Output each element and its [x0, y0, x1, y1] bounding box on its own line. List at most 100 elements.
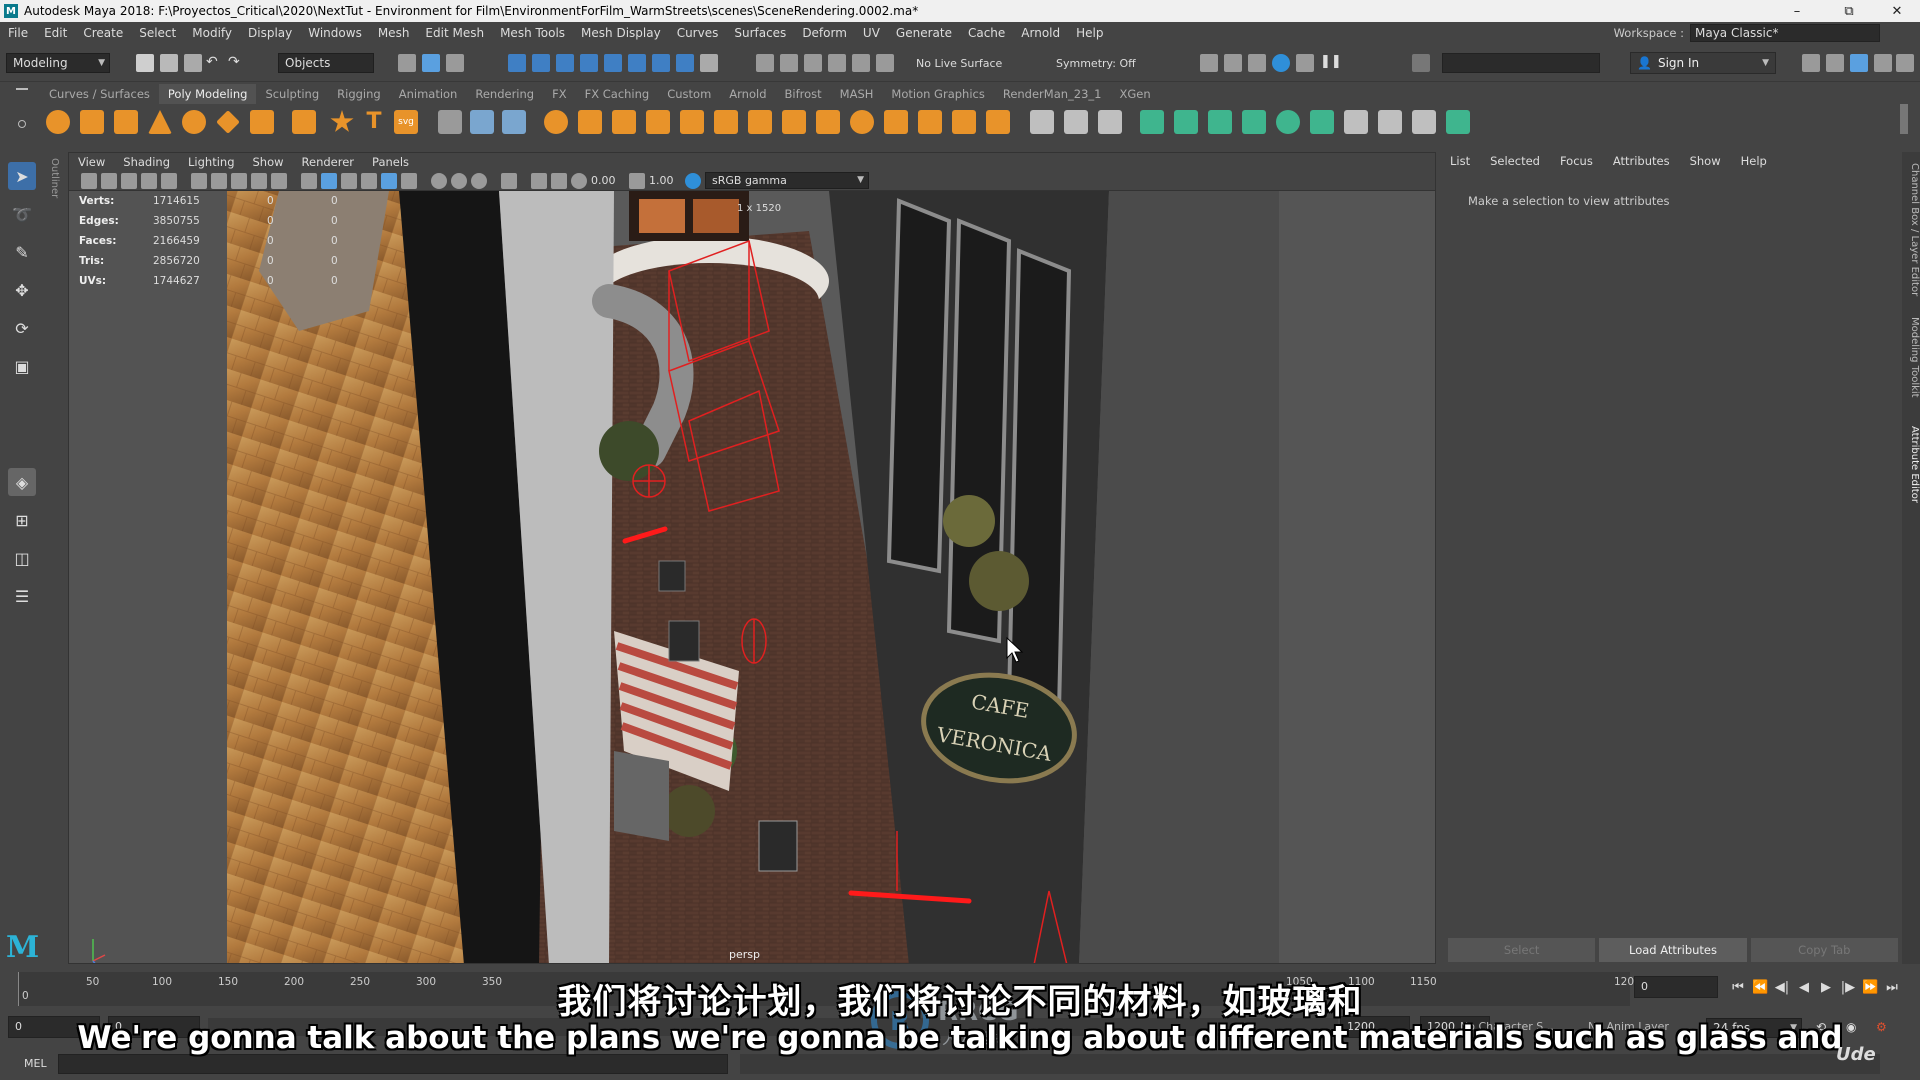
teapot-icon[interactable]	[1296, 54, 1314, 72]
viewport-menu-panels[interactable]: Panels	[363, 155, 418, 169]
mesh-cleanup-icon[interactable]	[470, 110, 494, 134]
resolution-gate-icon[interactable]	[231, 173, 247, 189]
menu-mesh[interactable]: Mesh	[370, 26, 418, 40]
menu-help[interactable]: Help	[1068, 26, 1111, 40]
merge-icon[interactable]	[884, 110, 908, 134]
isolate-select-icon[interactable]	[501, 173, 517, 189]
redo-icon[interactable]: ↷	[228, 54, 246, 72]
four-view-layout-icon[interactable]: ⊞	[8, 506, 36, 534]
outliner-tab[interactable]: Outliner	[48, 158, 60, 218]
snap-view-icon[interactable]	[652, 54, 670, 72]
menu-select[interactable]: Select	[131, 26, 184, 40]
maximize-button[interactable]: ⧉	[1826, 0, 1872, 22]
viewport-menu-shading[interactable]: Shading	[114, 155, 179, 169]
render-view-icon[interactable]	[1200, 54, 1218, 72]
scale-tool-icon[interactable]: ▣	[8, 352, 36, 380]
combine-icon[interactable]	[544, 110, 568, 134]
camera-select-icon[interactable]	[81, 173, 97, 189]
menu-file[interactable]: File	[0, 26, 36, 40]
menu-cache[interactable]: Cache	[960, 26, 1013, 40]
sew-uv-icon[interactable]	[1378, 110, 1402, 134]
viewport-panel[interactable]: View Shading Lighting Show Renderer Pane…	[68, 152, 1436, 964]
snap-grid-icon[interactable]	[508, 54, 526, 72]
viewport-scene[interactable]: CAFE VERONICA	[69, 191, 1436, 964]
attr-menu-selected[interactable]: Selected	[1480, 154, 1550, 168]
rotate-tool-icon[interactable]: ⟳	[8, 314, 36, 342]
minimize-button[interactable]: –	[1774, 0, 1820, 22]
lock-icon[interactable]	[700, 54, 718, 72]
count-icon[interactable]	[502, 110, 526, 134]
mirror-icon[interactable]	[680, 110, 704, 134]
automatic-uv-icon[interactable]	[1242, 110, 1266, 134]
color-management-icon[interactable]	[685, 173, 701, 189]
history-icon[interactable]	[756, 54, 774, 72]
camera-attributes-icon[interactable]	[101, 173, 117, 189]
snap-curve-icon[interactable]	[532, 54, 550, 72]
shelf-menu-icon[interactable]	[16, 88, 28, 90]
fill-hole-icon[interactable]	[816, 110, 840, 134]
menu-modify[interactable]: Modify	[184, 26, 240, 40]
color-space-dropdown[interactable]: sRGB gamma ▼	[705, 172, 869, 189]
poly-cone-icon[interactable]	[148, 110, 172, 134]
save-scene-icon[interactable]	[184, 54, 202, 72]
outliner-layout-icon[interactable]: ☰	[8, 582, 36, 610]
menu-arnold[interactable]: Arnold	[1013, 26, 1068, 40]
use-all-lights-icon[interactable]	[381, 173, 397, 189]
target-weld-icon[interactable]	[1064, 110, 1088, 134]
menu-deform[interactable]: Deform	[794, 26, 855, 40]
motion-blur-icon[interactable]	[451, 173, 467, 189]
single-view-layout-icon[interactable]: ◈	[8, 468, 36, 496]
poly-sphere-icon[interactable]	[46, 110, 70, 134]
text-tool-icon[interactable]: T	[362, 110, 386, 134]
pause-icon[interactable]: ❚❚	[1320, 54, 1342, 72]
menu-generate[interactable]: Generate	[888, 26, 960, 40]
screen-space-ao-icon[interactable]	[431, 173, 447, 189]
field-chart-icon[interactable]	[271, 173, 287, 189]
multi-cut-icon[interactable]	[1030, 110, 1054, 134]
mel-label[interactable]: MEL	[24, 1057, 47, 1070]
gate-mask-icon[interactable]	[251, 173, 267, 189]
attr-menu-show[interactable]: Show	[1680, 154, 1731, 168]
shelf-tab-fx[interactable]: FX	[543, 84, 576, 104]
attr-menu-list[interactable]: List	[1440, 154, 1480, 168]
select-tool-icon[interactable]: ➤	[8, 162, 36, 190]
poly-torus-icon[interactable]	[182, 110, 206, 134]
arnold-render-icon[interactable]	[1272, 54, 1290, 72]
uv-editor-icon[interactable]	[1310, 110, 1334, 134]
wireframe-icon[interactable]	[301, 173, 317, 189]
snap-point-icon[interactable]	[556, 54, 574, 72]
sweep-mesh-icon[interactable]	[438, 110, 462, 134]
channel-box-tab[interactable]: Channel Box / Layer Editor	[1902, 160, 1920, 300]
symmetry-label[interactable]: Symmetry: Off	[1056, 57, 1136, 70]
menu-windows[interactable]: Windows	[300, 26, 370, 40]
anti-aliasing-icon[interactable]	[471, 173, 487, 189]
menu-edit[interactable]: Edit	[36, 26, 75, 40]
close-button[interactable]: ✕	[1874, 0, 1920, 22]
super-shape-icon[interactable]	[330, 110, 354, 132]
append-polygon-icon[interactable]	[850, 110, 874, 134]
poly-disc-icon[interactable]	[250, 110, 274, 134]
construction-history-icon[interactable]	[828, 54, 846, 72]
attribute-editor-toggle-icon[interactable]	[1850, 54, 1868, 72]
shelf-tab-custom[interactable]: Custom	[658, 84, 720, 104]
make-live-icon[interactable]	[676, 54, 694, 72]
select-object-icon[interactable]	[422, 54, 440, 72]
shelf-tab-rigging[interactable]: Rigging	[328, 84, 390, 104]
selection-mode-dropdown[interactable]: Objects	[278, 53, 374, 73]
snap-vertex-icon[interactable]	[628, 54, 646, 72]
camera-based-uv-icon[interactable]	[1276, 110, 1300, 134]
separate-icon[interactable]	[578, 110, 602, 134]
textured-icon[interactable]	[361, 173, 377, 189]
shelf-tab-sculpting[interactable]: Sculpting	[256, 84, 328, 104]
copy-tab-button[interactable]: Copy Tab	[1750, 938, 1898, 962]
output-ops-icon[interactable]	[804, 54, 822, 72]
live-surface-label[interactable]: No Live Surface	[916, 57, 1002, 70]
image-plane-icon[interactable]	[141, 173, 157, 189]
hypershade-icon[interactable]	[1248, 54, 1266, 72]
shelf-scroll-icon[interactable]	[1900, 104, 1908, 134]
shelf-tab-motion-graphics[interactable]: Motion Graphics	[882, 84, 993, 104]
menu-uv[interactable]: UV	[855, 26, 888, 40]
gamma-icon[interactable]	[629, 173, 645, 189]
shelf-tab-poly-modeling[interactable]: Poly Modeling	[158, 84, 257, 104]
new-scene-icon[interactable]	[136, 54, 154, 72]
